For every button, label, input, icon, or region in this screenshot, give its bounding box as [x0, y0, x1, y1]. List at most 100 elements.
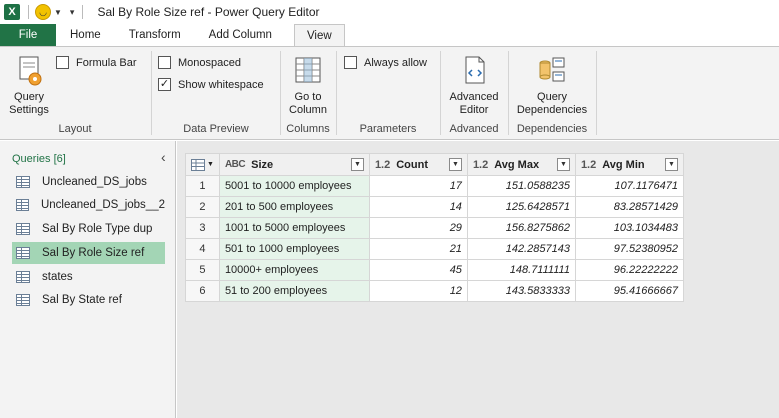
cell-count[interactable]: 12: [368, 280, 468, 302]
cell-avg-max[interactable]: 148.7111111: [466, 259, 576, 281]
query-item[interactable]: Uncleaned_DS_jobs: [12, 171, 165, 193]
cell-count[interactable]: 45: [368, 259, 468, 281]
query-settings-label: Query Settings: [9, 91, 49, 116]
table-icon: [16, 223, 30, 235]
monospaced-box[interactable]: [158, 56, 171, 69]
cell-size[interactable]: 5001 to 10000 employees: [218, 175, 370, 197]
column-filter-dropdown-icon[interactable]: ▼: [448, 158, 462, 171]
show-whitespace-box[interactable]: ✓: [158, 78, 171, 91]
table-row[interactable]: 5 10000+ employees 45 148.7111111 96.222…: [185, 259, 684, 281]
cell-size[interactable]: 501 to 1000 employees: [218, 238, 370, 260]
title-separator: [28, 5, 29, 19]
cell-avg-max[interactable]: 143.5833333: [466, 280, 576, 302]
quick-access-dropdown-icon[interactable]: ▾: [70, 7, 75, 18]
formula-bar-checkbox[interactable]: Formula Bar: [56, 56, 137, 69]
cell-size[interactable]: 1001 to 5000 employees: [218, 217, 370, 239]
table-icon: [16, 176, 30, 188]
always-allow-checkbox[interactable]: Always allow: [344, 56, 427, 69]
chevron-down-icon[interactable]: ▼: [54, 8, 62, 17]
row-number[interactable]: 1: [185, 175, 220, 197]
cell-avg-max[interactable]: 151.0588235: [466, 175, 576, 197]
cell-avg-min[interactable]: 83.28571429: [574, 196, 684, 218]
show-whitespace-label: Show whitespace: [178, 78, 264, 91]
tab-add-column[interactable]: Add Column: [195, 24, 286, 46]
cell-count[interactable]: 29: [368, 217, 468, 239]
cell-size[interactable]: 51 to 200 employees: [218, 280, 370, 302]
collapse-chevron-icon[interactable]: ‹: [161, 149, 166, 165]
query-settings-button[interactable]: Query Settings: [6, 55, 52, 117]
tab-file[interactable]: File: [0, 24, 56, 46]
tab-transform[interactable]: Transform: [115, 24, 195, 46]
cell-size[interactable]: 201 to 500 employees: [218, 196, 370, 218]
table-row[interactable]: 6 51 to 200 employees 12 143.5833333 95.…: [185, 280, 684, 302]
go-to-column-button[interactable]: Go to Column: [285, 55, 331, 117]
row-number[interactable]: 5: [185, 259, 220, 281]
column-filter-dropdown-icon[interactable]: ▼: [350, 158, 364, 171]
advanced-editor-button[interactable]: Advanced Editor: [447, 55, 501, 117]
query-dependencies-label: Query Dependencies: [516, 91, 588, 116]
row-number[interactable]: 2: [185, 196, 220, 218]
query-label: Uncleaned_DS_jobs__2: [40, 199, 165, 211]
cell-count[interactable]: 14: [368, 196, 468, 218]
tab-view[interactable]: View: [293, 24, 345, 47]
query-item[interactable]: states: [12, 266, 165, 288]
query-item[interactable]: Uncleaned_DS_jobs__2: [12, 194, 165, 216]
column-header-avg-min[interactable]: 1.2 Avg Min ▼: [574, 153, 684, 176]
query-dependencies-icon: [536, 55, 568, 87]
cell-avg-max[interactable]: 156.8275862: [466, 217, 576, 239]
column-name: Size: [251, 158, 274, 171]
row-number[interactable]: 6: [185, 280, 220, 302]
column-header-count[interactable]: 1.2 Count ▼: [368, 153, 468, 176]
cell-avg-min[interactable]: 103.1034483: [574, 217, 684, 239]
layout-group: Query Settings Formula Bar Layout: [0, 47, 150, 139]
table-row[interactable]: 4 501 to 1000 employees 21 142.2857143 9…: [185, 238, 684, 260]
query-item[interactable]: Sal By State ref: [12, 289, 165, 311]
row-number[interactable]: 3: [185, 217, 220, 239]
show-whitespace-checkbox[interactable]: ✓ Show whitespace: [158, 78, 264, 91]
data-preview-area: ▼ ABC Size ▼ 1.2 Count ▼ 1.2 Avg Max ▼ 1…: [177, 141, 779, 418]
table-menu-button[interactable]: ▼: [185, 153, 220, 176]
cell-avg-min[interactable]: 95.41666667: [574, 280, 684, 302]
ribbon: Query Settings Formula Bar Layout Monosp…: [0, 46, 779, 140]
query-item-selected[interactable]: Sal By Role Size ref: [12, 242, 165, 264]
always-allow-label: Always allow: [364, 56, 427, 69]
smiley-feedback-icon[interactable]: ◡: [35, 4, 51, 20]
data-grid: ▼ ABC Size ▼ 1.2 Count ▼ 1.2 Avg Max ▼ 1…: [185, 153, 684, 302]
cell-avg-max[interactable]: 125.6428571: [466, 196, 576, 218]
table-row[interactable]: 3 1001 to 5000 employees 29 156.8275862 …: [185, 217, 684, 239]
cell-avg-min[interactable]: 96.22222222: [574, 259, 684, 281]
query-dependencies-button[interactable]: Query Dependencies: [513, 55, 591, 117]
column-header-size[interactable]: ABC Size ▼: [218, 153, 370, 176]
column-filter-dropdown-icon[interactable]: ▼: [556, 158, 570, 171]
tab-home[interactable]: Home: [56, 24, 115, 46]
decimal-type-icon[interactable]: 1.2: [473, 159, 488, 171]
decimal-type-icon[interactable]: 1.2: [581, 159, 596, 171]
table-row[interactable]: 2 201 to 500 employees 14 125.6428571 83…: [185, 196, 684, 218]
cell-count[interactable]: 21: [368, 238, 468, 260]
monospaced-checkbox[interactable]: Monospaced: [158, 56, 241, 69]
columns-group: Go to Column Columns: [281, 47, 335, 139]
queries-pane: Queries [6] ‹ Uncleaned_DS_jobs Uncleane…: [0, 141, 176, 418]
cell-avg-max[interactable]: 142.2857143: [466, 238, 576, 260]
cell-count[interactable]: 17: [368, 175, 468, 197]
layout-group-label: Layout: [58, 123, 92, 135]
formula-bar-label: Formula Bar: [76, 56, 137, 69]
monospaced-label: Monospaced: [178, 56, 241, 69]
cell-size[interactable]: 10000+ employees: [218, 259, 370, 281]
table-row[interactable]: 1 5001 to 10000 employees 17 151.0588235…: [185, 175, 684, 197]
excel-logo-icon: X: [4, 4, 20, 20]
row-number[interactable]: 4: [185, 238, 220, 260]
decimal-type-icon[interactable]: 1.2: [375, 159, 390, 171]
query-item[interactable]: Sal By Role Type dup: [12, 218, 165, 240]
cell-avg-min[interactable]: 107.1176471: [574, 175, 684, 197]
text-type-icon[interactable]: ABC: [225, 159, 246, 170]
column-filter-dropdown-icon[interactable]: ▼: [664, 158, 678, 171]
always-allow-box[interactable]: [344, 56, 357, 69]
column-header-avg-max[interactable]: 1.2 Avg Max ▼: [466, 153, 576, 176]
column-name: Count: [396, 158, 428, 171]
formula-bar-box[interactable]: [56, 56, 69, 69]
table-icon: [16, 199, 29, 211]
query-label: Sal By Role Size ref: [42, 247, 145, 259]
cell-avg-min[interactable]: 97.52380952: [574, 238, 684, 260]
ribbon-tabs: File Home Transform Add Column View: [0, 24, 779, 47]
